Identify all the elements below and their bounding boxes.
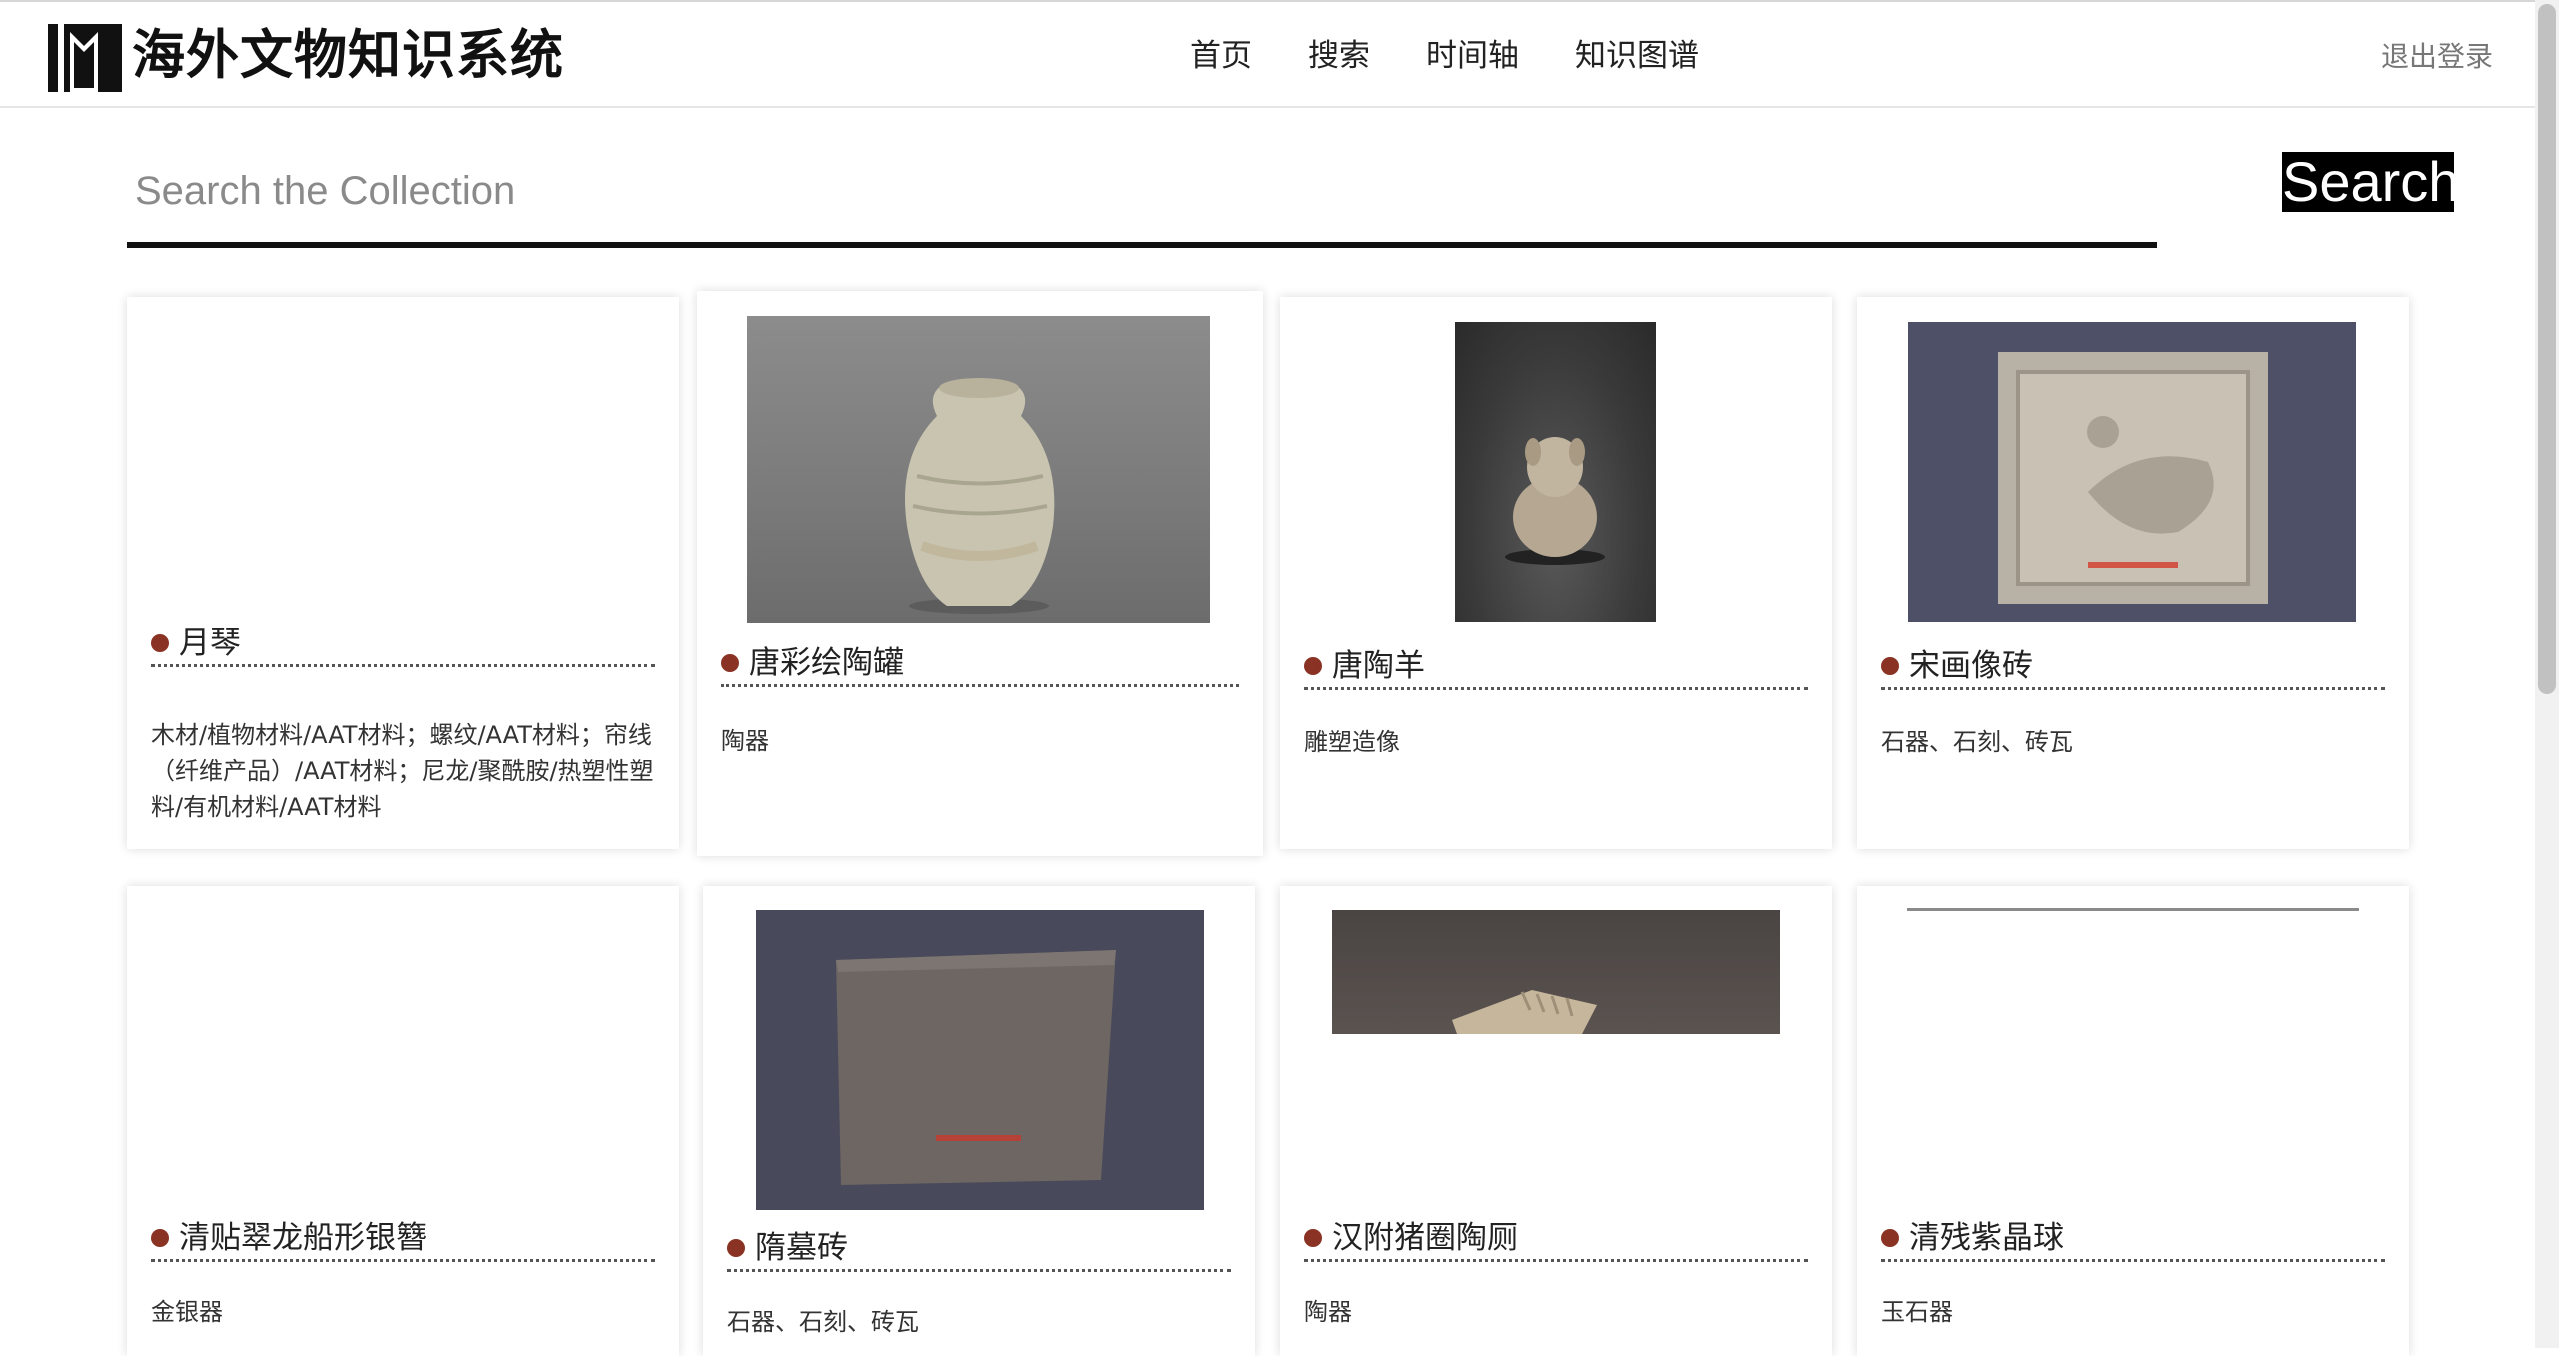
main-nav: 首页 搜索 时间轴 知识图谱 <box>1190 28 1699 84</box>
pottery-jar-photo <box>747 316 1210 623</box>
logout-link[interactable]: 退出登录 <box>2381 32 2493 82</box>
card-description: 金银器 <box>151 1298 223 1326</box>
artifact-card[interactable]: 清残紫晶球 玉石器 <box>1857 886 2409 1356</box>
search-input[interactable] <box>127 140 2157 248</box>
artifact-card[interactable]: 隋墓砖 石器、石刻、砖瓦 <box>703 886 1255 1356</box>
bullet-icon <box>1304 1228 1322 1247</box>
card-description: 石器、石刻、砖瓦 <box>727 1308 919 1336</box>
card-description: 木材/植物材料/AAT材料；螺纹/AAT材料；帘线（纤维产品）/AAT材料；尼龙… <box>151 721 654 821</box>
pottery-pigsty-photo <box>1332 910 1780 1034</box>
nav-knowledge-graph[interactable]: 知识图谱 <box>1575 28 1699 84</box>
artifact-card[interactable]: 唐陶羊 雕塑造像 <box>1280 297 1832 849</box>
card-description: 雕塑造像 <box>1304 728 1400 756</box>
bullet-icon <box>1881 1228 1899 1247</box>
nav-search[interactable]: 搜索 <box>1308 28 1370 84</box>
tomb-brick-photo <box>756 910 1204 1210</box>
card-title: 清残紫晶球 <box>1909 1219 2064 1256</box>
search-button[interactable]: Search <box>2282 152 2459 212</box>
card-title: 汉附猪圈陶厕 <box>1332 1219 1518 1256</box>
nav-home[interactable]: 首页 <box>1190 28 1252 84</box>
card-title-row: 隋墓砖 <box>727 1226 1231 1272</box>
card-title-row: 清残紫晶球 <box>1881 1216 2385 1262</box>
card-description: 陶器 <box>721 727 769 755</box>
top-header: 海外文物知识系统 首页 搜索 时间轴 知识图谱 退出登录 <box>0 0 2535 108</box>
museum-logo-icon[interactable] <box>48 18 122 92</box>
card-title: 唐陶羊 <box>1332 647 1425 684</box>
nav-timeline[interactable]: 时间轴 <box>1426 28 1519 84</box>
bullet-icon <box>1881 656 1899 675</box>
bullet-icon <box>727 1238 745 1257</box>
card-title: 唐彩绘陶罐 <box>749 644 904 681</box>
scrollbar-thumb[interactable] <box>2538 4 2556 694</box>
card-title-row: 宋画像砖 <box>1881 644 2385 690</box>
card-title: 清贴翠龙船形银簪 <box>179 1219 427 1256</box>
card-title: 隋墓砖 <box>755 1229 848 1266</box>
artifact-card[interactable]: 唐彩绘陶罐 陶器 <box>697 291 1263 856</box>
artifact-card[interactable]: 月琴 木材/植物材料/AAT材料；螺纹/AAT材料；帘线（纤维产品）/AAT材料… <box>127 297 679 849</box>
card-description: 玉石器 <box>1881 1298 1953 1326</box>
card-title: 月琴 <box>179 624 241 661</box>
card-title-row: 唐陶羊 <box>1304 644 1808 690</box>
broken-image <box>1907 908 2359 911</box>
card-title-row: 唐彩绘陶罐 <box>721 641 1239 687</box>
card-title-row: 月琴 <box>151 621 655 667</box>
artifact-card[interactable]: 清贴翠龙船形银簪 金银器 <box>127 886 679 1356</box>
card-title-row: 清贴翠龙船形银簪 <box>151 1216 655 1262</box>
card-title: 宋画像砖 <box>1909 647 2033 684</box>
card-description: 石器、石刻、砖瓦 <box>1881 728 2073 756</box>
site-title[interactable]: 海外文物知识系统 <box>132 20 564 92</box>
bullet-icon <box>151 1228 169 1247</box>
pictorial-brick-photo <box>1908 322 2356 622</box>
bullet-icon <box>721 653 739 672</box>
bullet-icon <box>1304 656 1322 675</box>
card-title-row: 汉附猪圈陶厕 <box>1304 1216 1808 1262</box>
artifact-card[interactable]: 汉附猪圈陶厕 陶器 <box>1280 886 1832 1356</box>
page-scrollbar[interactable] <box>2535 0 2559 1348</box>
artifact-card[interactable]: 宋画像砖 石器、石刻、砖瓦 <box>1857 297 2409 849</box>
bullet-icon <box>151 633 169 652</box>
card-description: 陶器 <box>1304 1298 1352 1326</box>
pottery-sheep-photo <box>1455 322 1656 622</box>
